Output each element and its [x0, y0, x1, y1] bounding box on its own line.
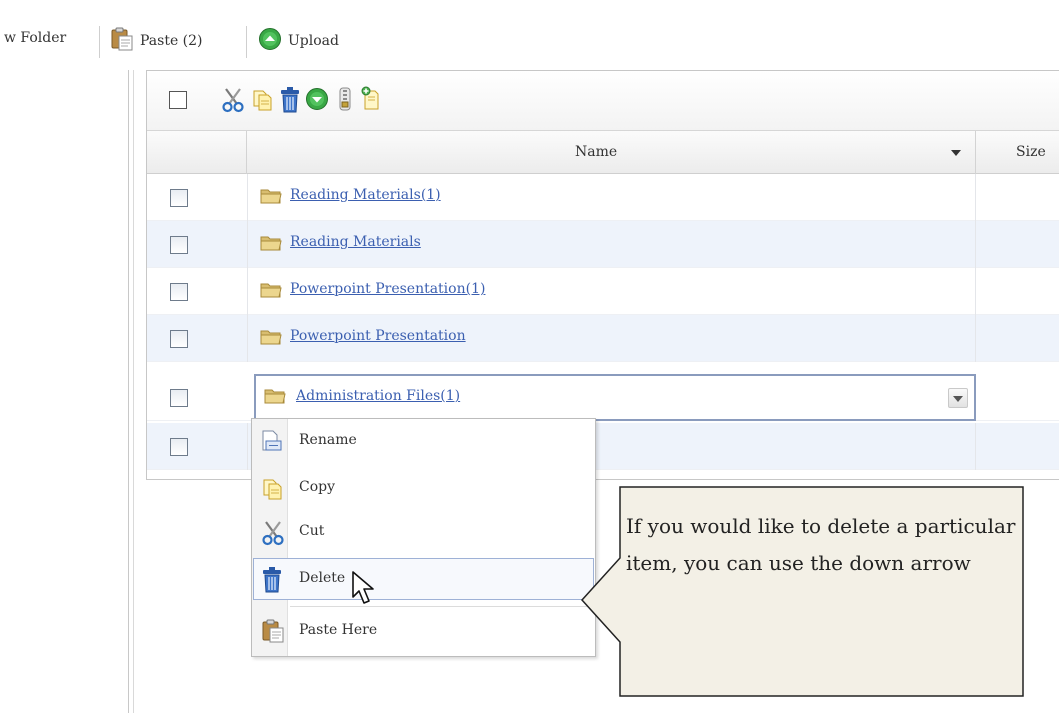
folder-link[interactable]: Reading Materials(1) — [290, 187, 441, 203]
paste-button[interactable]: Paste (2) — [110, 27, 203, 55]
header-size-label: Size — [1016, 144, 1046, 160]
name-cell: Reading Materials — [247, 221, 976, 268]
clipboard-icon — [261, 619, 285, 647]
menu-item-label: Copy — [299, 479, 336, 495]
clipboard-icon — [110, 27, 134, 55]
upload-button[interactable]: Upload — [258, 27, 339, 55]
sort-arrow-icon[interactable] — [951, 150, 961, 156]
folder-icon — [260, 234, 282, 256]
folder-tree-pane — [0, 70, 129, 713]
table-row-selected[interactable]: Administration Files(1) — [147, 374, 1059, 421]
rename-icon — [261, 429, 283, 457]
toolbar-separator — [246, 26, 248, 58]
table-row[interactable]: Powerpoint Presentation — [147, 315, 1059, 362]
paste-label: Paste (2) — [140, 33, 203, 49]
folder-icon — [264, 387, 286, 409]
row-checkbox[interactable] — [170, 330, 188, 348]
folder-link[interactable]: Administration Files(1) — [296, 388, 460, 404]
pane-divider[interactable] — [133, 70, 134, 713]
row-checkbox[interactable] — [170, 389, 188, 407]
table-row[interactable]: Reading Materials — [147, 221, 1059, 268]
folder-link[interactable]: Reading Materials — [290, 234, 421, 250]
menu-item-label: Delete — [299, 570, 346, 586]
row-checkbox[interactable] — [170, 283, 188, 301]
row-dropdown-arrow-button[interactable] — [948, 388, 968, 408]
row-checkbox[interactable] — [170, 236, 188, 254]
upload-icon — [258, 27, 282, 55]
folder-icon — [260, 281, 282, 303]
properties-icon[interactable] — [359, 85, 385, 117]
folder-icon — [260, 328, 282, 350]
menu-item-label: Cut — [299, 523, 325, 539]
mouse-cursor-icon — [351, 570, 377, 610]
menu-separator — [290, 606, 590, 607]
new-folder-button[interactable]: w Folder — [4, 30, 66, 46]
copy-icon[interactable] — [251, 87, 275, 117]
menu-item-cut[interactable]: Cut — [253, 511, 594, 553]
menu-item-delete[interactable]: Delete — [253, 558, 594, 600]
header-select-cell — [147, 131, 247, 174]
select-all-checkbox[interactable] — [169, 91, 187, 109]
row-checkbox[interactable] — [170, 438, 188, 456]
new-folder-label: w Folder — [4, 30, 67, 46]
menu-item-label: Paste Here — [299, 622, 378, 638]
folder-link[interactable]: Powerpoint Presentation(1) — [290, 281, 485, 297]
grid-header: Name Size — [147, 131, 1059, 174]
header-name-label: Name — [575, 144, 618, 160]
upload-label: Upload — [288, 33, 339, 49]
scissors-icon — [261, 520, 285, 550]
context-menu: Rename Copy Cut Delete Paste Here — [251, 418, 596, 657]
toolbar-separator — [99, 26, 101, 58]
grid-toolbar — [147, 71, 1059, 131]
table-row[interactable]: Powerpoint Presentation(1) — [147, 268, 1059, 315]
menu-item-rename[interactable]: Rename — [253, 420, 594, 462]
menu-item-label: Rename — [299, 432, 357, 448]
zip-icon[interactable] — [336, 86, 354, 116]
download-icon[interactable] — [305, 87, 329, 115]
callout-text: If you would like to delete a particular… — [626, 514, 1016, 575]
name-cell: Administration Files(1) — [254, 374, 976, 421]
trash-icon[interactable] — [279, 86, 301, 118]
row-checkbox[interactable] — [170, 189, 188, 207]
menu-item-copy[interactable]: Copy — [253, 467, 594, 509]
table-row[interactable]: Reading Materials(1) — [147, 174, 1059, 221]
name-cell: Powerpoint Presentation — [247, 315, 976, 362]
folder-link[interactable]: Powerpoint Presentation — [290, 328, 466, 344]
top-toolbar: w Folder Paste (2) Upload — [0, 0, 1059, 76]
scissors-icon[interactable] — [221, 87, 245, 117]
folder-icon — [260, 187, 282, 209]
header-size[interactable]: Size — [976, 131, 1059, 174]
menu-item-paste-here[interactable]: Paste Here — [253, 610, 594, 652]
header-name[interactable]: Name — [247, 131, 976, 174]
name-cell: Reading Materials(1) — [247, 174, 976, 221]
name-cell: Powerpoint Presentation(1) — [247, 268, 976, 315]
copy-icon — [261, 476, 285, 506]
trash-icon — [261, 566, 283, 598]
